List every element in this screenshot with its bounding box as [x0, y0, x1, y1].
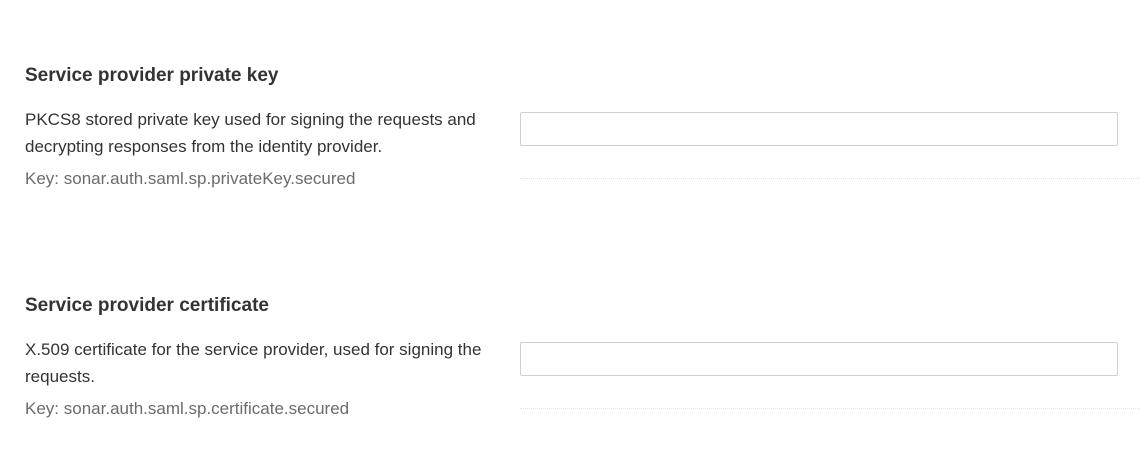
setting-key-value: sonar.auth.saml.sp.certificate.secured	[63, 399, 350, 418]
setting-description: PKCS8 stored private key used for signin…	[25, 110, 476, 156]
setting-key-label: Key:	[25, 169, 60, 188]
setting-title: Service provider private key	[25, 65, 279, 86]
setting-title: Service provider certificate	[25, 295, 269, 316]
setting-divider	[520, 408, 1140, 409]
setting-description: X.509 certificate for the service provid…	[25, 340, 482, 386]
settings-page: Service provider private key PKCS8 store…	[0, 0, 1140, 449]
certificate-input[interactable]	[520, 342, 1118, 376]
setting-key-label: Key:	[25, 399, 60, 418]
setting-key: Key: sonar.auth.saml.sp.certificate.secu…	[25, 398, 349, 420]
private-key-input[interactable]	[520, 112, 1118, 146]
setting-key: Key: sonar.auth.saml.sp.privateKey.secur…	[25, 168, 355, 190]
setting-divider	[520, 178, 1140, 179]
setting-key-value: sonar.auth.saml.sp.privateKey.secured	[63, 169, 356, 188]
